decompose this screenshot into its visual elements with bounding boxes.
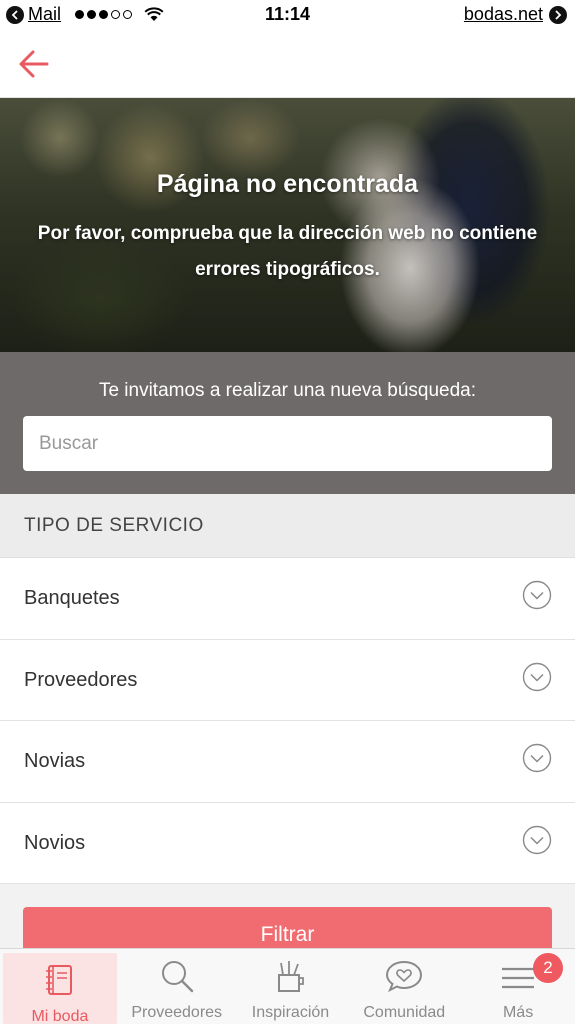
service-item-label: Banquetes: [24, 587, 120, 609]
service-item-novios[interactable]: Novios: [0, 802, 575, 884]
nav-bar: [0, 30, 575, 98]
tab-label: Más: [502, 1004, 534, 1021]
chevron-down-circle-icon[interactable]: [522, 825, 552, 855]
tab-inspiracion[interactable]: Inspiración: [234, 949, 348, 1024]
menu-icon: [502, 967, 535, 989]
search-prompt: Te invitamos a realizar una nueva búsque…: [98, 380, 477, 401]
service-item-label: Novias: [24, 750, 86, 772]
page-subtitle: Por favor, comprueba que la dirección we…: [37, 223, 538, 280]
filter-area: Filtrar: [0, 884, 575, 961]
service-item-novias[interactable]: Novias: [0, 721, 575, 803]
chevron-down-circle-icon[interactable]: [522, 580, 552, 610]
notebook-icon: [45, 965, 72, 995]
service-item-label: Novios: [24, 831, 86, 854]
chevron-down-circle-icon[interactable]: [522, 662, 552, 692]
page-title: Página no encontrada: [156, 170, 419, 198]
tab-comunidad[interactable]: Comunidad: [347, 949, 461, 1024]
hero-banner: Página no encontrada Por favor, comprueb…: [0, 98, 575, 352]
search-input[interactable]: [23, 416, 552, 471]
arrow-left-icon: [19, 50, 49, 78]
tab-label: Proveedores: [131, 1004, 223, 1021]
pencil-cup-icon: [278, 961, 305, 992]
status-right: bodas.net: [464, 4, 567, 25]
chevron-down-circle-icon[interactable]: [522, 743, 552, 773]
status-bar: Mail 11:14 bodas.net: [0, 0, 575, 30]
site-link[interactable]: bodas.net: [464, 4, 543, 25]
search-icon: [161, 961, 193, 993]
tab-label: Inspiración: [251, 1004, 330, 1021]
heart-chat-icon: [386, 960, 423, 993]
service-type-list: Banquetes Proveedores Novias Novios: [0, 558, 575, 884]
tab-mi-boda[interactable]: Mi boda: [3, 953, 117, 1024]
tab-label: Mi boda: [31, 1008, 89, 1024]
tab-proveedores[interactable]: Proveedores: [120, 949, 234, 1024]
notification-badge: 2: [532, 953, 563, 983]
service-item-banquetes[interactable]: Banquetes: [0, 558, 575, 640]
tab-mas[interactable]: 2 Más: [461, 949, 575, 1024]
service-type-header: TIPO DE SERVICIO: [0, 494, 575, 558]
tab-label: Comunidad: [363, 1004, 446, 1021]
service-item-proveedores[interactable]: Proveedores: [0, 639, 575, 721]
forward-to-app-icon[interactable]: [549, 5, 567, 24]
service-type-title: TIPO DE SERVICIO: [24, 515, 204, 536]
search-section: Te invitamos a realizar una nueva búsque…: [0, 352, 575, 494]
back-button[interactable]: [14, 44, 54, 84]
service-item-label: Proveedores: [24, 668, 138, 691]
tab-bar: Mi boda Proveedores Inspiración Comunida…: [0, 948, 575, 1024]
